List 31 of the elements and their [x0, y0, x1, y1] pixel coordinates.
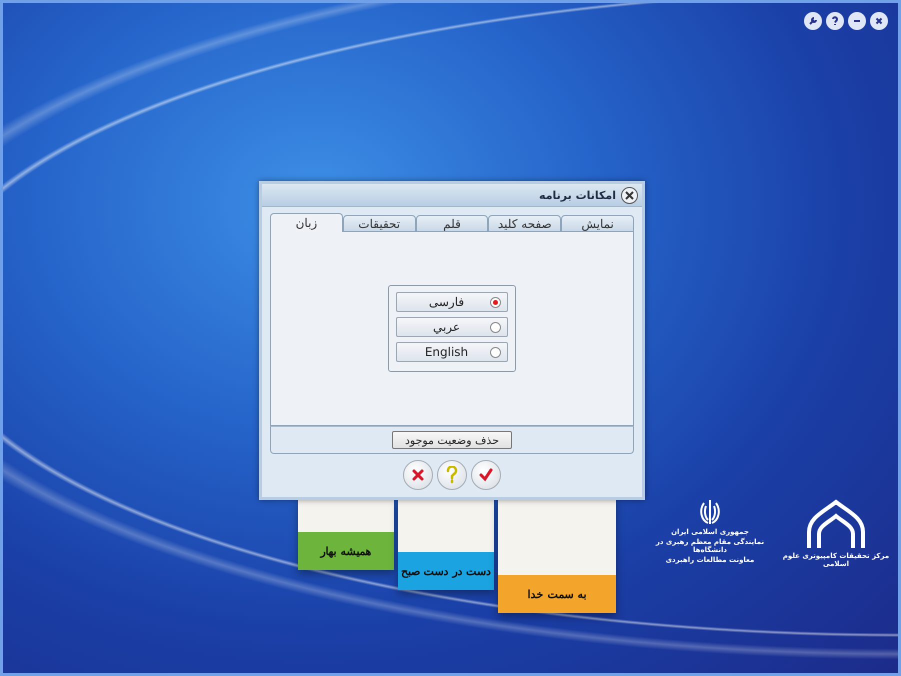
- minimize-button[interactable]: [848, 12, 866, 30]
- close-icon: [874, 16, 884, 26]
- checkmark-icon: [479, 468, 493, 482]
- language-option[interactable]: عربي: [396, 317, 508, 337]
- radio-button[interactable]: [490, 346, 501, 358]
- settings-button[interactable]: [804, 12, 822, 30]
- close-button[interactable]: [621, 186, 638, 204]
- book-title: همیشه بهار: [298, 532, 394, 570]
- tab[interactable]: صفحه کلید: [488, 215, 562, 232]
- close-button[interactable]: [870, 12, 888, 30]
- radio-button[interactable]: [490, 296, 501, 308]
- question-mark-icon: [446, 466, 458, 484]
- book-title: به سمت خدا: [498, 575, 616, 613]
- dialog-title: امکانات برنامه: [539, 188, 616, 202]
- cancel-button[interactable]: [403, 460, 433, 490]
- cross-icon: [411, 468, 425, 482]
- help-button[interactable]: [826, 12, 844, 30]
- reset-button[interactable]: حذف وضعیت موجود: [392, 431, 512, 449]
- tab[interactable]: قلم: [416, 215, 488, 232]
- book-title: دست در دست صبح: [398, 552, 494, 590]
- radio-button[interactable]: [490, 322, 501, 332]
- ok-button[interactable]: [471, 460, 501, 490]
- tab[interactable]: زبان: [270, 213, 343, 232]
- tab[interactable]: تحقیقات: [342, 215, 416, 232]
- emblem-icon: [697, 498, 723, 526]
- close-icon: [625, 190, 634, 200]
- help-icon: [830, 16, 840, 26]
- language-option[interactable]: English: [396, 342, 508, 362]
- wrench-icon: [808, 16, 818, 26]
- language-option[interactable]: فارسی: [396, 292, 508, 312]
- tab[interactable]: نمایش: [561, 215, 634, 232]
